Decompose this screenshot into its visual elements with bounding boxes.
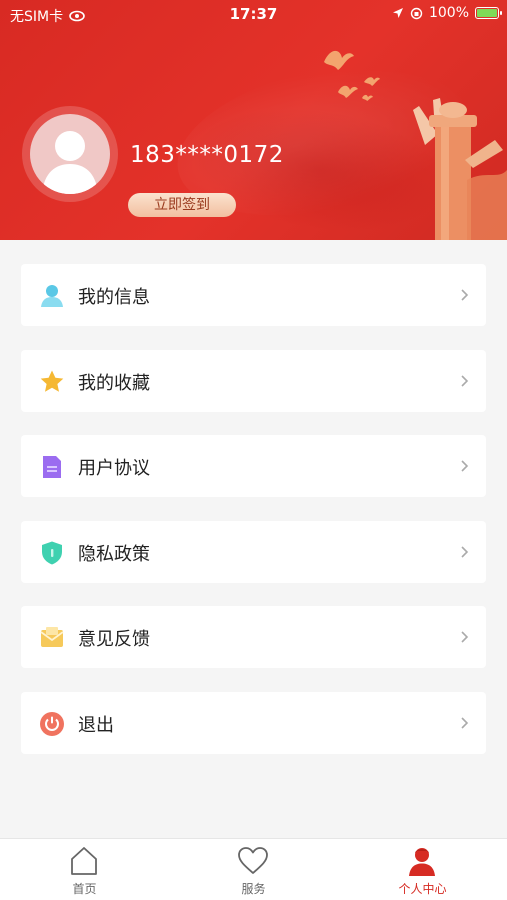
document-icon — [43, 456, 61, 478]
location-icon — [392, 8, 403, 18]
star-icon — [40, 370, 64, 392]
shield-icon — [42, 541, 62, 565]
home-icon — [71, 847, 97, 875]
power-icon — [40, 712, 64, 736]
menu-item-label: 用户协议 — [78, 458, 150, 479]
battery-percent: 100% — [428, 5, 469, 21]
menu-item-label: 退出 — [78, 715, 114, 736]
menu-item-my-info[interactable]: 我的信息 — [21, 264, 486, 326]
chevron-right-icon — [461, 717, 469, 729]
menu-item-label: 我的收藏 — [78, 373, 150, 394]
avatar-person-icon — [42, 131, 98, 194]
envelope-icon — [40, 627, 64, 647]
chevron-right-icon — [461, 375, 469, 387]
chevron-right-icon — [461, 546, 469, 558]
huabiao-pillar-icon — [413, 98, 507, 240]
tab-services[interactable]: 服务 — [169, 839, 338, 900]
menu-item-feedback[interactable]: 意见反馈 — [21, 606, 486, 668]
menu-item-label: 意见反馈 — [78, 629, 150, 650]
menu-item-privacy-policy[interactable]: 隐私政策 — [21, 521, 486, 583]
menu-item-logout[interactable]: 退出 — [21, 692, 486, 754]
menu-item-user-agreement[interactable]: 用户协议 — [21, 435, 486, 497]
tab-label: 首页 — [72, 882, 97, 896]
bottom-tab-bar: 首页 服务 个人中心 — [0, 838, 507, 900]
tab-personal-center[interactable]: 个人中心 — [338, 839, 507, 900]
user-phone-number: 183****0172 — [130, 142, 284, 168]
battery-icon — [475, 7, 502, 19]
tab-label: 服务 — [241, 882, 266, 896]
menu-item-label: 隐私政策 — [78, 544, 150, 565]
menu-item-my-favorites[interactable]: 我的收藏 — [21, 350, 486, 412]
status-bar: 无SIM卡 17:37 100% — [0, 0, 507, 28]
chevron-right-icon — [461, 289, 469, 301]
avatar[interactable] — [30, 114, 110, 194]
heart-icon — [238, 847, 268, 874]
person-icon — [409, 848, 435, 876]
checkin-button[interactable]: 立即签到 — [128, 193, 236, 217]
profile-screen: 无SIM卡 17:37 100% 183****0172 立即签到 我的信息 我… — [0, 0, 507, 900]
doves-decoration-icon — [324, 50, 380, 101]
chevron-right-icon — [461, 460, 469, 472]
menu-item-label: 我的信息 — [78, 287, 150, 308]
tab-label: 个人中心 — [398, 882, 447, 896]
tab-home[interactable]: 首页 — [0, 839, 169, 900]
profile-header: 无SIM卡 17:37 100% 183****0172 立即签到 — [0, 0, 507, 240]
user-icon — [41, 285, 63, 307]
rotation-lock-icon — [410, 7, 423, 19]
chevron-right-icon — [461, 631, 469, 643]
